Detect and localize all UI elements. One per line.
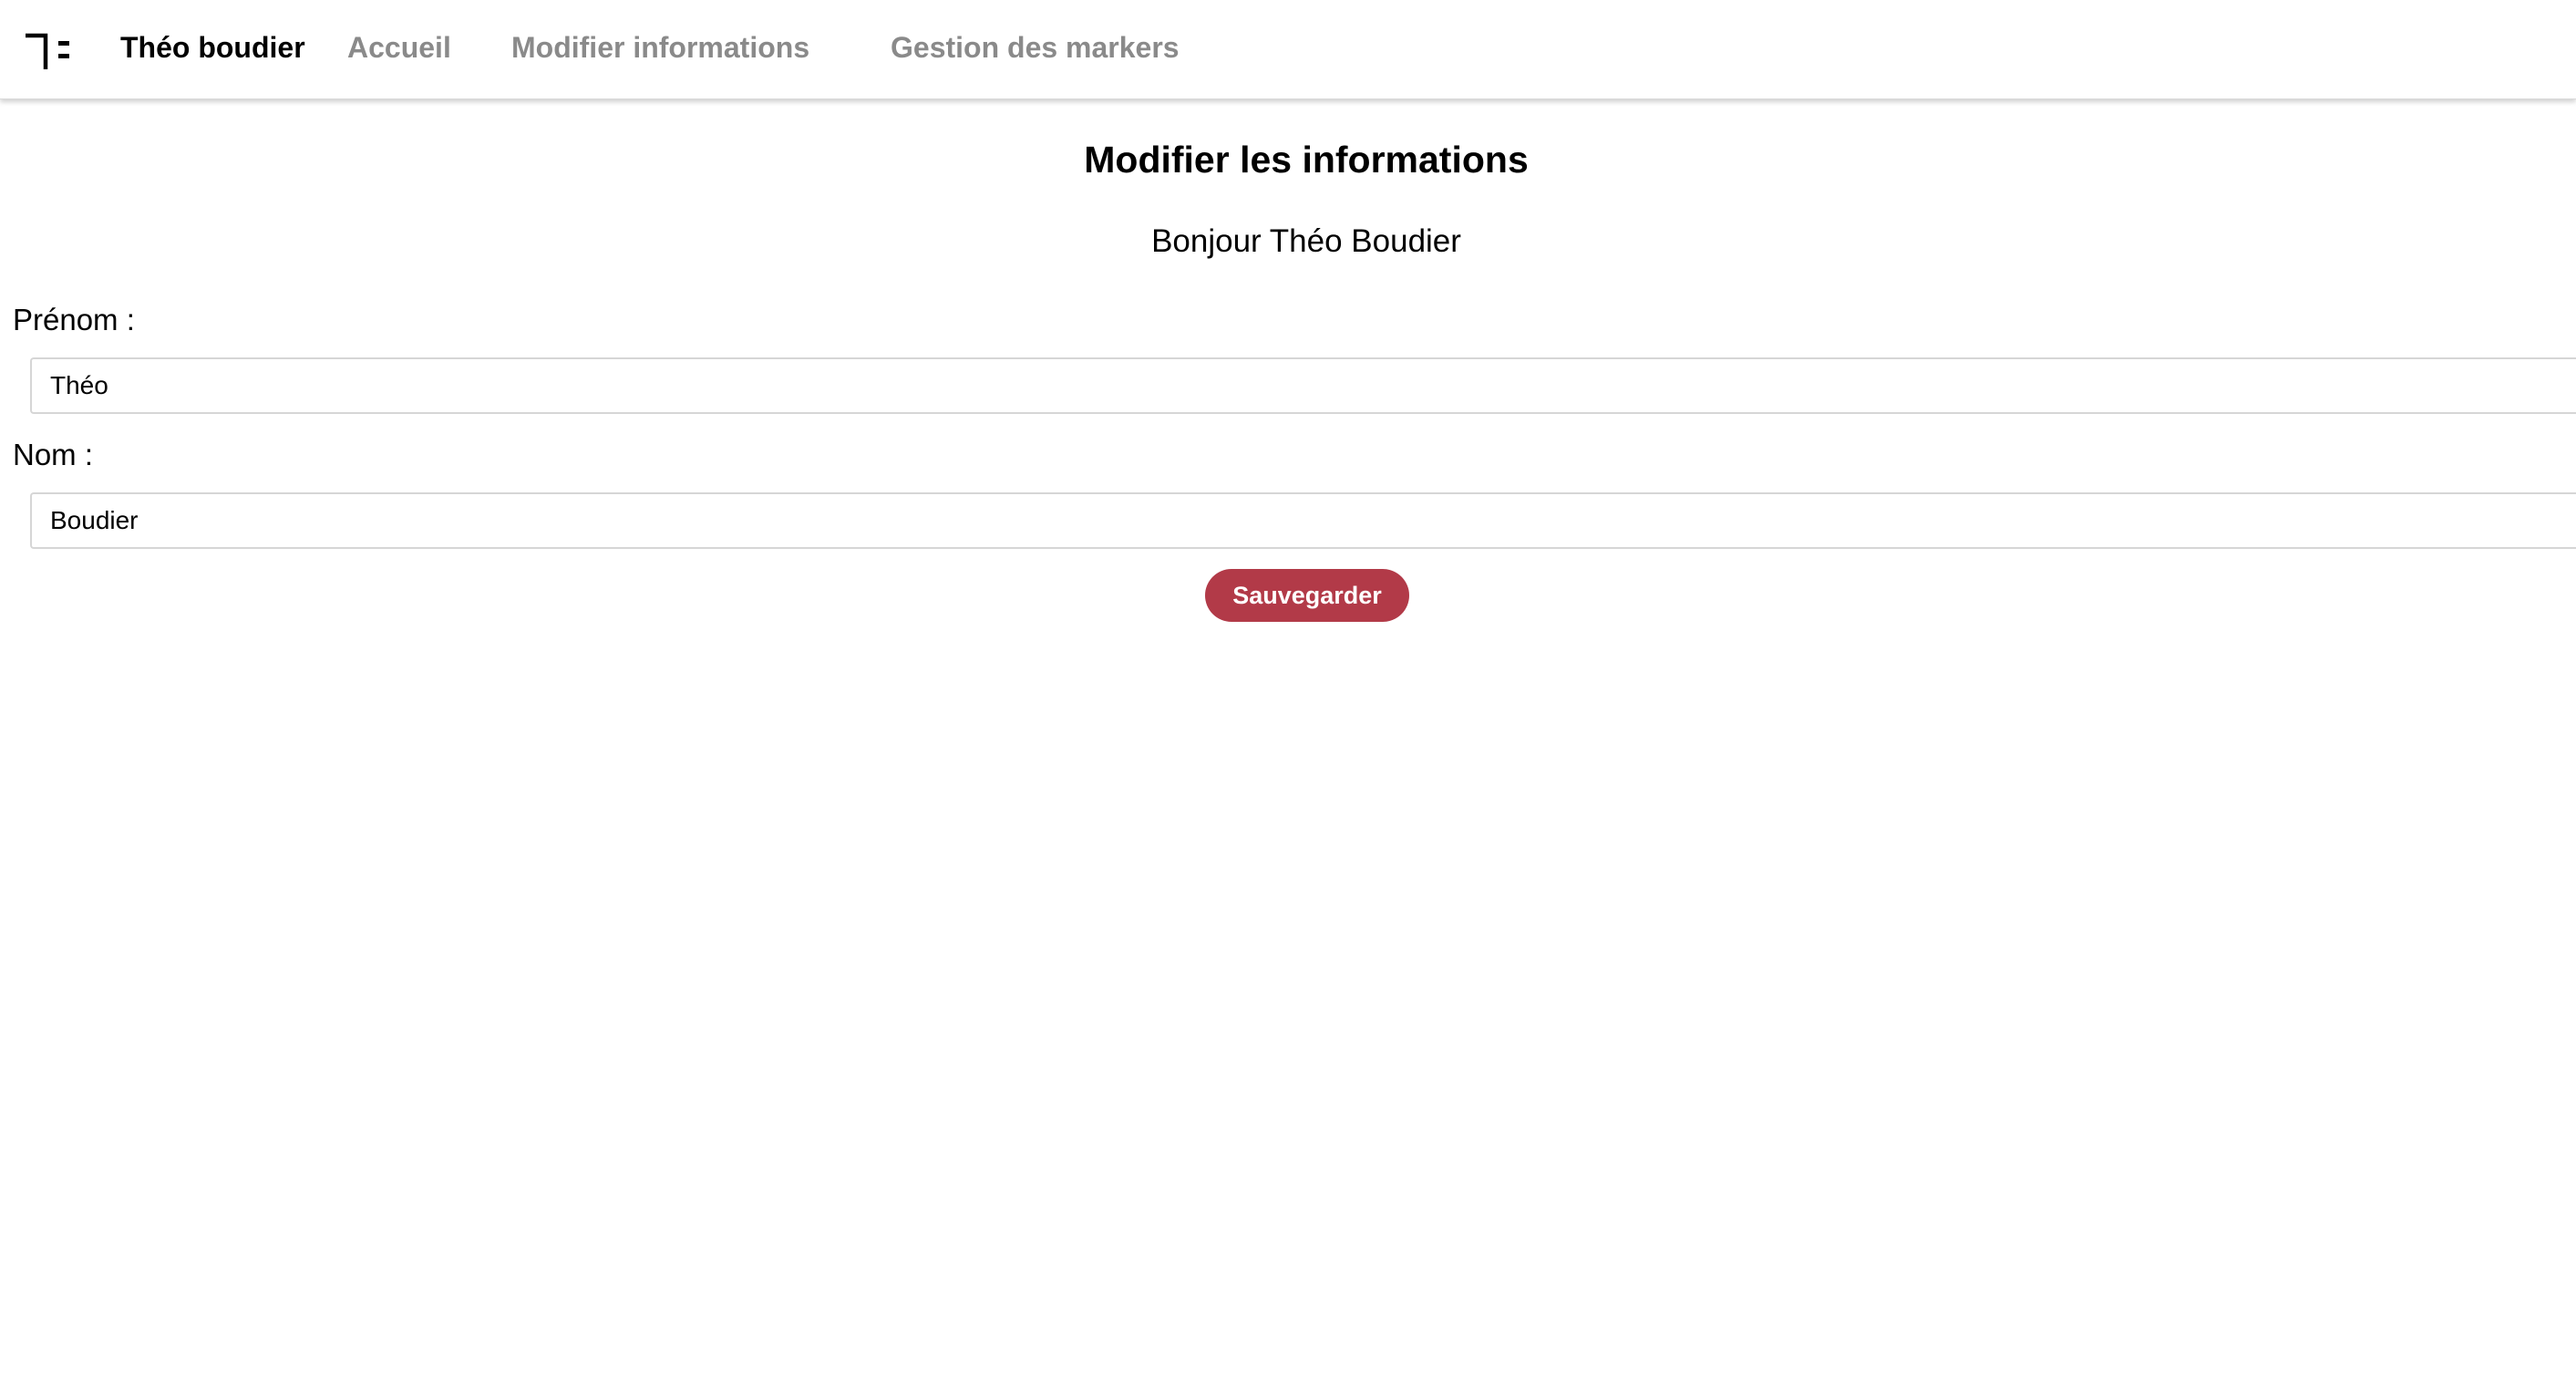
nav-link-gestion-markers[interactable]: Gestion des markers — [891, 26, 1180, 69]
prenom-input[interactable] — [30, 357, 2576, 414]
brand-name[interactable]: Théo boudier — [120, 26, 305, 69]
save-button[interactable]: Sauvegarder — [1205, 569, 1409, 622]
page-title: Modifier les informations — [1084, 139, 1529, 181]
prenom-label: Prénom : — [13, 303, 135, 336]
top-navbar: Théo boudier Accueil Modifier informatio… — [0, 0, 2576, 99]
greeting-text: Bonjour Théo Boudier — [1151, 223, 1461, 259]
nav-link-accueil[interactable]: Accueil — [347, 26, 451, 69]
nom-input[interactable] — [30, 492, 2576, 549]
nom-label: Nom : — [13, 438, 94, 471]
nav-link-modifier-informations[interactable]: Modifier informations — [511, 26, 809, 69]
brand-logo-icon[interactable] — [24, 31, 71, 69]
